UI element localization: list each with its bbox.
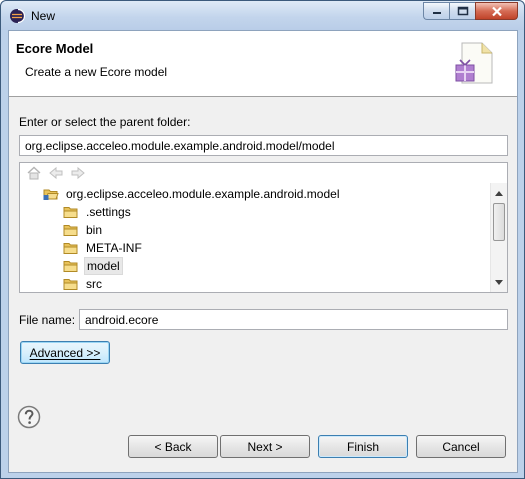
finish-button-label: Finish bbox=[346, 439, 379, 454]
scroll-down-button[interactable] bbox=[491, 274, 507, 290]
back-arrow-icon[interactable] bbox=[48, 166, 64, 180]
advanced-button[interactable]: Advanced >> bbox=[20, 341, 110, 364]
tree-item-label: .settings bbox=[86, 205, 131, 219]
close-window-button[interactable] bbox=[475, 2, 518, 20]
tree-item-project[interactable]: org.eclipse.acceleo.module.example.andro… bbox=[43, 185, 342, 203]
close-icon bbox=[491, 6, 502, 16]
tree-item-label: bin bbox=[86, 223, 103, 237]
back-button-label: < Back bbox=[154, 439, 192, 454]
tree-item-label: model bbox=[84, 257, 123, 275]
home-icon[interactable] bbox=[26, 166, 42, 180]
tree-item-model[interactable]: model bbox=[63, 257, 123, 275]
parent-folder-label: Enter or select the parent folder: bbox=[19, 115, 191, 129]
maximize-icon bbox=[457, 6, 468, 16]
tree-vertical-scrollbar[interactable] bbox=[490, 183, 507, 292]
back-button[interactable]: < Back bbox=[128, 435, 218, 458]
file-name-label: File name: bbox=[19, 313, 76, 327]
scroll-thumb[interactable] bbox=[493, 203, 505, 241]
tree-item-label: org.eclipse.acceleo.module.example.andro… bbox=[66, 187, 340, 201]
folder-icon bbox=[63, 207, 78, 218]
help-icon[interactable] bbox=[17, 405, 41, 429]
minimize-icon bbox=[432, 12, 441, 14]
window-title: New bbox=[31, 9, 56, 23]
eclipse-icon bbox=[10, 8, 25, 24]
title-bar[interactable]: New bbox=[1, 1, 524, 30]
arrow-down-icon bbox=[495, 279, 503, 285]
container-tree[interactable]: org.eclipse.acceleo.module.example.andro… bbox=[19, 162, 508, 293]
finish-button[interactable]: Finish bbox=[318, 435, 408, 458]
next-button[interactable]: Next > bbox=[220, 435, 310, 458]
cancel-button[interactable]: Cancel bbox=[416, 435, 506, 458]
parent-folder-input[interactable]: org.eclipse.acceleo.module.example.andro… bbox=[19, 135, 508, 156]
tree-item-settings[interactable]: .settings bbox=[63, 203, 133, 221]
page-description: Create a new Ecore model bbox=[25, 65, 168, 79]
tree-item-label: src bbox=[86, 277, 102, 291]
tree-item-label: META-INF bbox=[86, 241, 142, 255]
forward-arrow-icon[interactable] bbox=[70, 166, 86, 180]
tree-item-meta-inf[interactable]: META-INF bbox=[63, 239, 144, 257]
wizard-header: Ecore Model Create a new Ecore model bbox=[9, 31, 517, 97]
arrow-up-icon bbox=[495, 190, 503, 196]
folder-icon bbox=[63, 261, 78, 272]
new-wizard-window: New Ecore Model Create a new Ecore model bbox=[0, 0, 525, 479]
wizard-client-area: Ecore Model Create a new Ecore model Ent… bbox=[8, 30, 518, 473]
file-name-input[interactable]: android.ecore bbox=[79, 309, 508, 330]
maximize-button[interactable] bbox=[449, 2, 475, 20]
folder-icon bbox=[63, 279, 78, 290]
page-title: Ecore Model bbox=[16, 41, 94, 56]
tree-item-src[interactable]: src bbox=[63, 275, 104, 292]
cancel-button-label: Cancel bbox=[442, 439, 480, 454]
new-ecore-model-icon bbox=[455, 42, 493, 84]
advanced-button-label: Advanced >> bbox=[29, 345, 101, 360]
project-folder-icon bbox=[43, 189, 59, 200]
tree-item-bin[interactable]: bin bbox=[63, 221, 104, 239]
tree-toolbar bbox=[20, 163, 490, 183]
folder-icon bbox=[63, 243, 78, 254]
next-button-label: Next > bbox=[247, 439, 283, 454]
minimize-button[interactable] bbox=[423, 2, 449, 20]
folder-icon bbox=[63, 225, 78, 236]
scroll-up-button[interactable] bbox=[491, 185, 507, 201]
window-controls bbox=[423, 2, 518, 21]
